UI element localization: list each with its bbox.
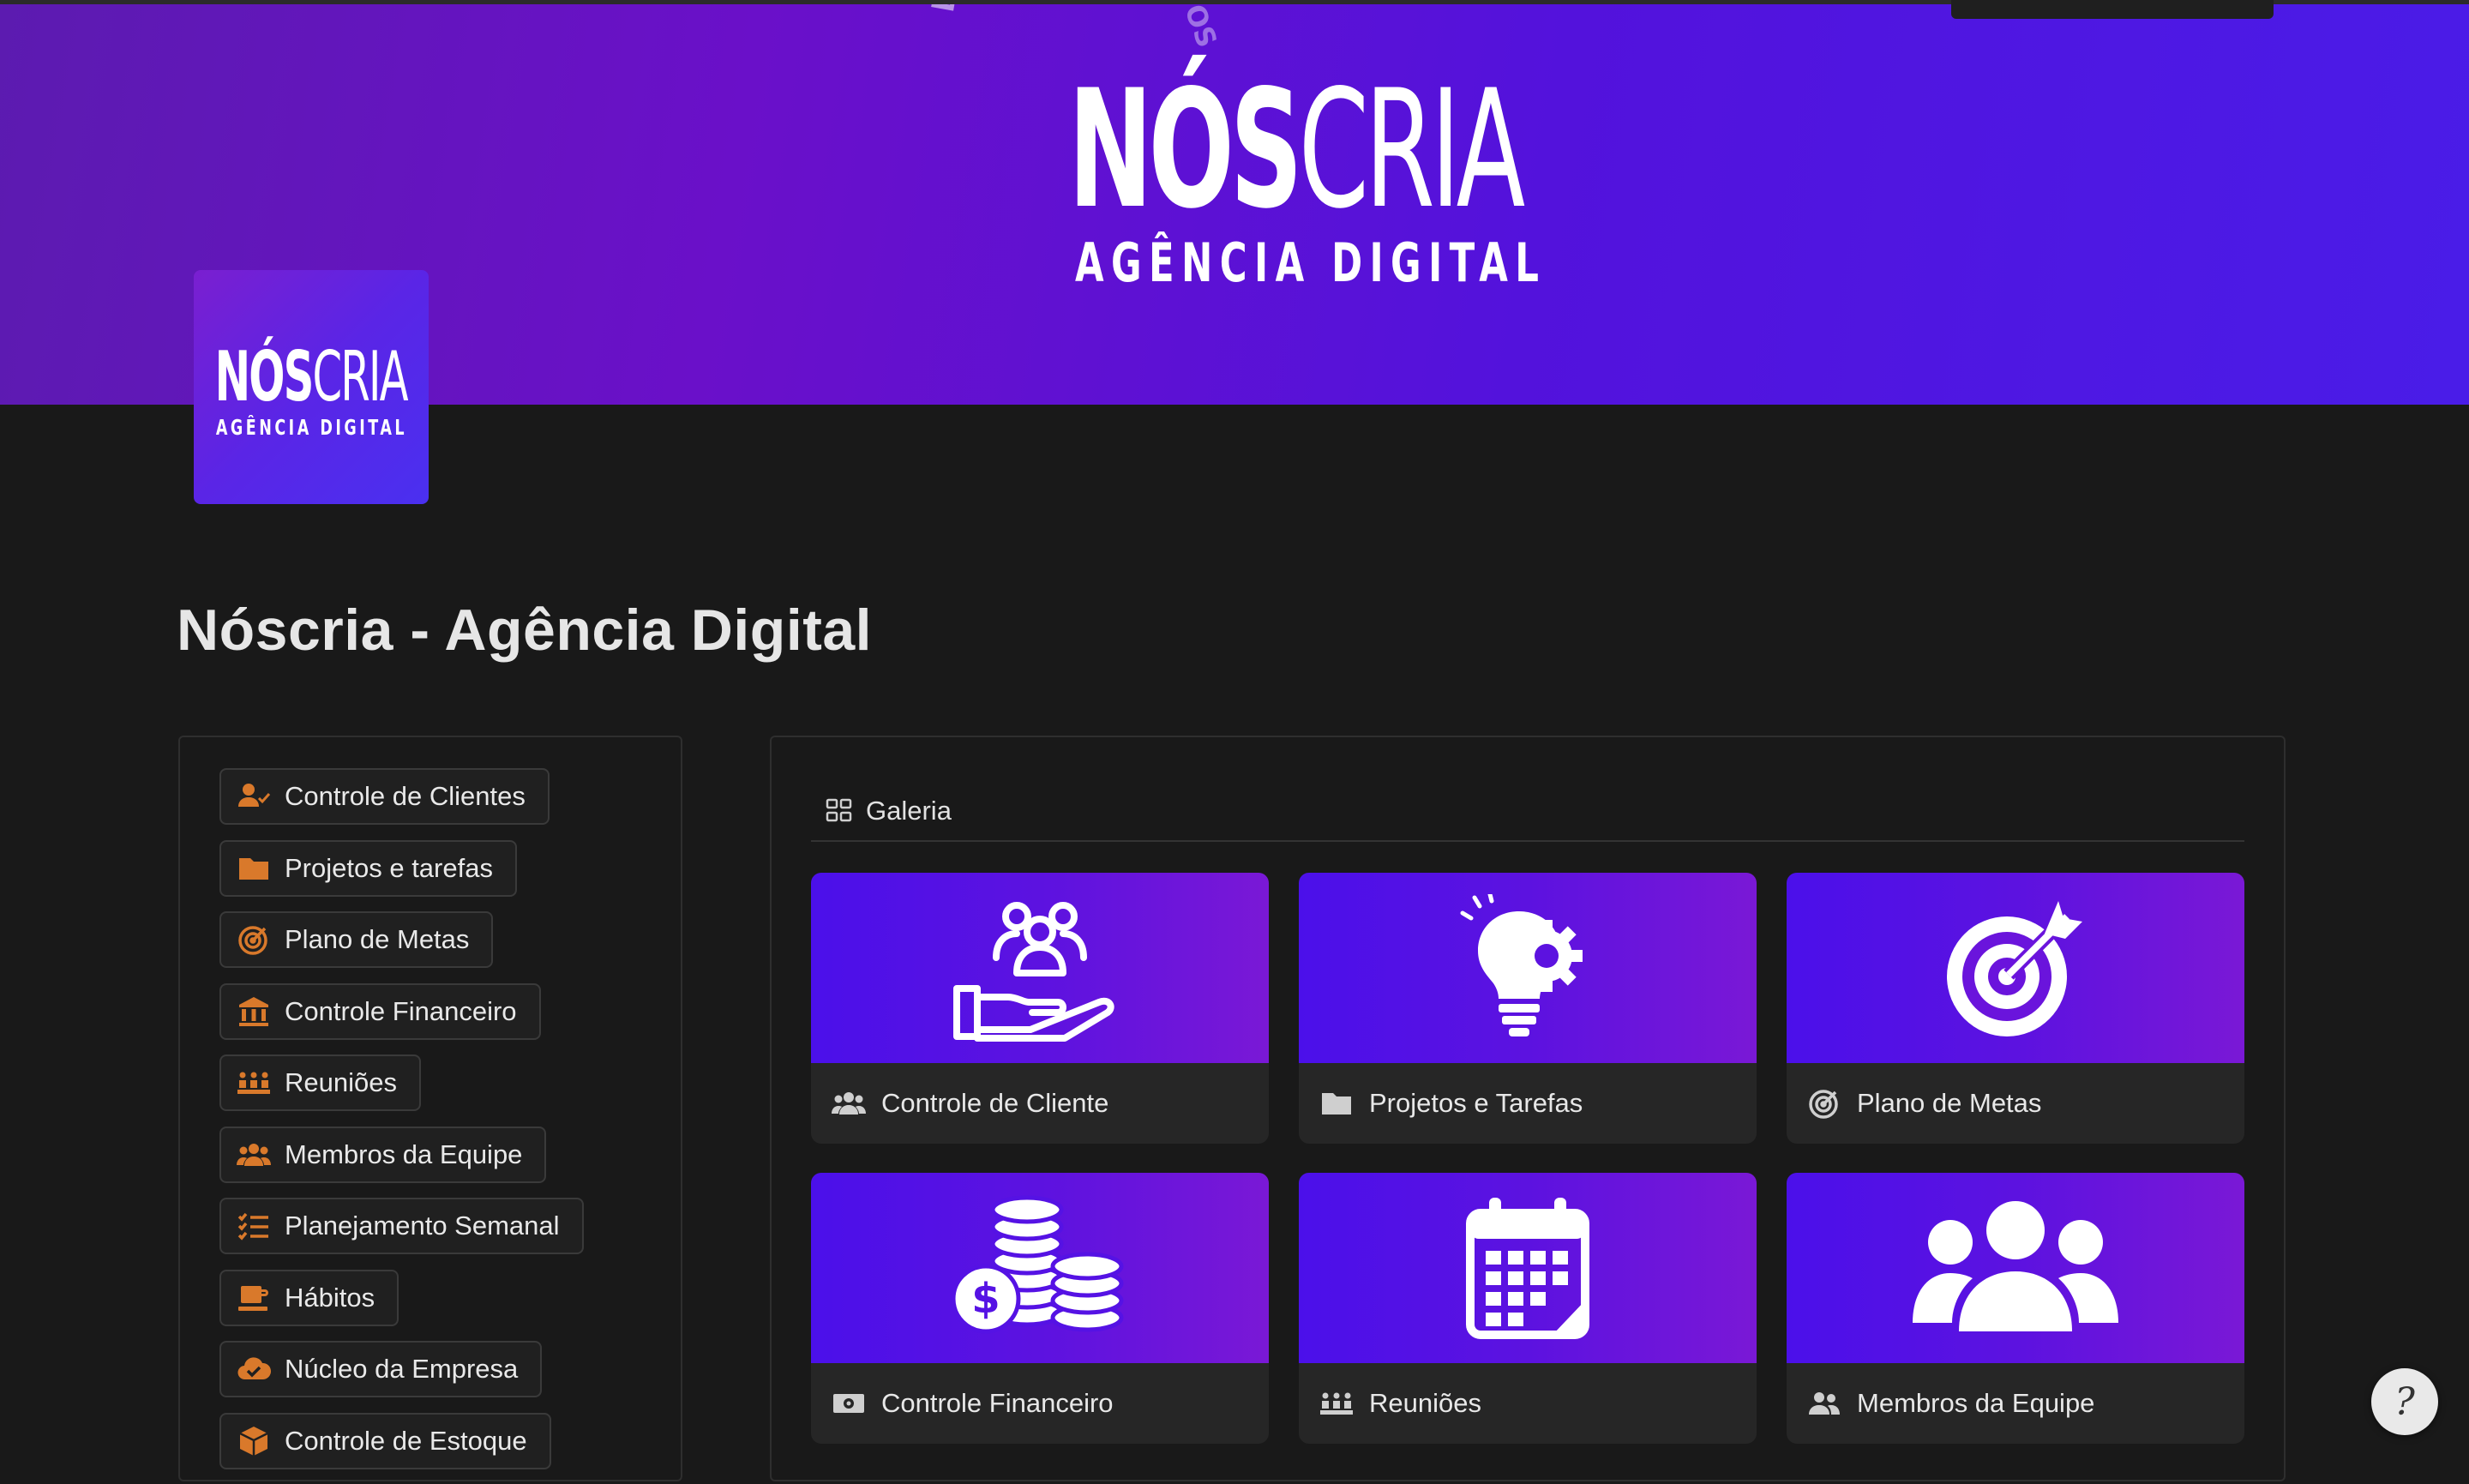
page-title[interactable]: Nóscria - Agência Digital <box>177 597 872 664</box>
notion-help-icon: ? <box>2394 1379 2415 1424</box>
checklist-icon <box>237 1212 268 1241</box>
gallery-card-projetos-tarefas[interactable]: Projetos e Tarefas <box>1299 873 1757 1144</box>
nav-item-label: Controle Financeiro <box>285 995 517 1026</box>
money-icon <box>833 1394 864 1413</box>
lightbulb-gear-icon <box>1460 894 1583 1036</box>
nav-item-habitos[interactable]: Hábitos <box>219 1269 399 1326</box>
nav-item-label: Núcleo da Empresa <box>285 1354 519 1384</box>
cover-brand-thin: CRIA <box>1298 55 1526 244</box>
coins-icon: $ <box>951 1195 1124 1334</box>
nav-list: Controle de Clientes Projetos e tarefas … <box>219 768 584 1484</box>
cover-logo: NÓSCRIA AGÊNCIA DIGITAL <box>1068 69 1547 295</box>
nav-item-controle-estoque[interactable]: Controle de Estoque <box>219 1412 551 1469</box>
nav-item-label: Projetos e tarefas <box>285 852 493 883</box>
card-cover <box>1299 873 1757 1063</box>
card-title: Projetos e Tarefas <box>1299 1063 1757 1144</box>
gallery-divider <box>811 840 2244 842</box>
card-title-text: Plano de Metas <box>1857 1088 2042 1118</box>
page-icon-logo[interactable]: NÓSCRIA AGÊNCIA DIGITAL <box>194 270 429 504</box>
card-cover: $ <box>811 1173 1269 1363</box>
cover-brand-bold: NÓS <box>1068 55 1303 244</box>
gallery-card-reunioes[interactable]: Reuniões <box>1299 1173 1757 1444</box>
page-icon-brand-thin: CRIA <box>312 337 409 417</box>
gallery-card-membros-equipe[interactable]: Membros da Equipe <box>1787 1173 2244 1444</box>
nav-item-plano-metas[interactable]: Plano de Metas <box>219 911 494 968</box>
meeting-icon <box>1320 1392 1353 1415</box>
card-title: Controle Financeiro <box>811 1363 1269 1444</box>
meeting-icon <box>237 1072 270 1094</box>
nav-item-nucleo-empresa[interactable]: Núcleo da Empresa <box>219 1341 543 1397</box>
card-title: Reuniões <box>1299 1363 1757 1444</box>
calendar-icon <box>1466 1198 1589 1339</box>
target-icon <box>1809 1090 1838 1119</box>
card-title-text: Reuniões <box>1369 1388 1481 1418</box>
nav-item-reunioes[interactable]: Reuniões <box>219 1054 421 1111</box>
group-icon <box>1913 1201 2118 1331</box>
target-icon <box>238 926 267 955</box>
card-title: Membros da Equipe <box>1787 1363 2244 1444</box>
gallery-grid-icon <box>826 798 852 822</box>
nav-item-label: Controle de Clientes <box>285 781 526 811</box>
gallery-card-controle-financeiro[interactable]: $ Controle Financeiro <box>811 1173 1269 1444</box>
folder-icon <box>239 857 268 880</box>
nav-item-label: Membros da Equipe <box>285 1139 523 1169</box>
habit-icon <box>238 1285 268 1311</box>
page-icon-subtitle: AGÊNCIA DIGITAL <box>215 415 407 440</box>
target-arrow-icon <box>1947 901 2082 1036</box>
gallery-panel: Galeria Controle de Cliente Projetos e T… <box>770 736 2286 1481</box>
cover-arc-text-2: OS <box>1178 0 1224 52</box>
card-title-text: Controle de Cliente <box>881 1088 1109 1118</box>
card-title: Plano de Metas <box>1787 1063 2244 1144</box>
users-icon <box>1809 1392 1840 1415</box>
nav-item-controle-clientes[interactable]: Controle de Clientes <box>219 768 550 825</box>
nav-item-label: Plano de Metas <box>285 924 470 954</box>
card-cover <box>1787 873 2244 1063</box>
card-title-text: Controle Financeiro <box>881 1388 1114 1418</box>
nav-item-label: Reuniões <box>285 1067 397 1097</box>
nav-item-projetos-tarefas[interactable]: Projetos e tarefas <box>219 839 517 897</box>
team-icon <box>237 1143 271 1166</box>
box-icon <box>239 1426 268 1456</box>
card-cover <box>1299 1173 1757 1363</box>
gallery-card-plano-metas[interactable]: Plano de Metas <box>1787 873 2244 1144</box>
nav-item-label: Planejamento Semanal <box>285 1211 560 1241</box>
nav-item-label: Hábitos <box>285 1282 375 1313</box>
card-title-text: Projetos e Tarefas <box>1369 1088 1583 1118</box>
folder-icon <box>1322 1093 1351 1115</box>
nav-item-planejamento-semanal[interactable]: Planejamento Semanal <box>219 1198 584 1254</box>
bank-icon <box>239 996 268 1026</box>
page-icon-brand: NÓSCRIA <box>215 343 409 412</box>
card-cover <box>811 873 1269 1063</box>
tab-galeria-label: Galeria <box>866 796 952 826</box>
cloud-check-icon <box>237 1357 271 1380</box>
team-icon <box>832 1092 866 1115</box>
nav-item-label: Controle de Estoque <box>285 1425 527 1456</box>
topbar-controls[interactable] <box>1951 0 2274 19</box>
nav-item-controle-financeiro[interactable]: Controle Financeiro <box>219 982 541 1040</box>
svg-text:$: $ <box>971 1275 1000 1323</box>
client-hand-icon <box>953 902 1114 1042</box>
nav-panel: Controle de Clientes Projetos e tarefas … <box>178 736 682 1481</box>
cover-subtitle: AGÊNCIA DIGITAL <box>1075 231 1547 294</box>
tab-galeria[interactable]: Galeria <box>825 787 952 835</box>
card-cover <box>1787 1173 2244 1363</box>
card-title-text: Membros da Equipe <box>1857 1388 2095 1418</box>
help-button[interactable]: ? <box>2371 1368 2438 1435</box>
user-check-icon <box>238 784 271 807</box>
gallery-card-controle-cliente[interactable]: Controle de Cliente <box>811 873 1269 1144</box>
cover-brand: NÓSCRIA <box>1068 69 1525 231</box>
page-icon-brand-bold: NÓS <box>214 337 315 417</box>
card-title: Controle de Cliente <box>811 1063 1269 1144</box>
nav-item-membros-equipe[interactable]: Membros da Equipe <box>219 1126 547 1183</box>
